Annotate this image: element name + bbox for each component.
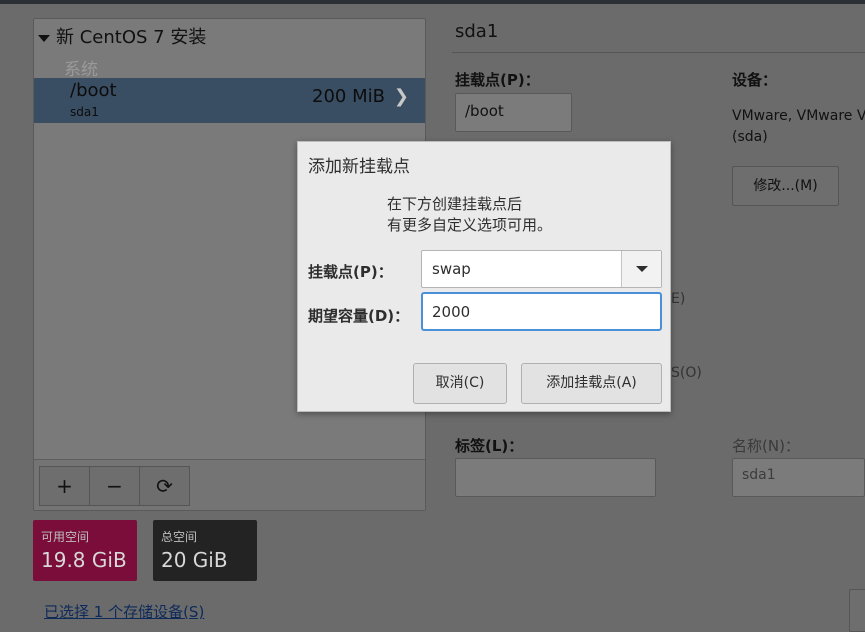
device-value-line2: (sda) <box>732 129 768 145</box>
modify-button[interactable]: 修改...(M) <box>732 166 839 206</box>
remove-mount-button[interactable]: − <box>89 466 140 506</box>
bottom-right-button[interactable] <box>849 589 865 632</box>
mount-point-field[interactable]: /boot <box>455 93 572 132</box>
install-header[interactable]: 新 CentOS 7 安装 <box>38 23 206 49</box>
group-label-system: 系统 <box>64 60 98 80</box>
mount-size: 200 MiB <box>312 86 385 107</box>
expand-arrow-icon[interactable] <box>38 34 50 42</box>
label-label: 标签(L)： <box>455 437 524 455</box>
add-mount-button[interactable]: + <box>39 466 90 506</box>
partial-text-o: S(O) <box>671 365 702 381</box>
mount-point-label: 挂载点(P)： <box>308 263 393 281</box>
refresh-button[interactable]: ⟳ <box>139 466 190 506</box>
mount-name: /boot <box>70 80 117 101</box>
available-space-value: 19.8 GiB <box>41 548 127 572</box>
total-space-label: 总空间 <box>161 530 198 544</box>
device-title: sda1 <box>455 21 499 42</box>
cancel-button[interactable]: 取消(C) <box>413 363 507 404</box>
name-label: 名称(N)： <box>732 437 800 455</box>
add-mount-point-dialog: 添加新挂载点 在下方创建挂载点后 有更多自定义选项可用。 挂载点(P)： swa… <box>297 141 671 412</box>
partial-text-e: E) <box>671 291 686 307</box>
dialog-message-line2: 有更多自定义选项可用。 <box>387 216 553 234</box>
dialog-title: 添加新挂载点 <box>308 157 410 177</box>
mount-point-combo[interactable]: swap <box>421 250 662 288</box>
mount-row-boot[interactable]: /boot sda1 200 MiB ❯ <box>34 78 425 123</box>
chevron-right-icon: ❯ <box>393 86 409 107</box>
device-value-line1: VMware, VMware V <box>732 108 865 124</box>
total-space-box: 总空间 20 GiB <box>153 520 257 581</box>
total-space-value: 20 GiB <box>161 548 228 572</box>
top-bar <box>0 0 865 4</box>
mount-point-label: 挂载点(P)： <box>455 71 540 89</box>
available-space-box: 可用空间 19.8 GiB <box>33 520 137 581</box>
dialog-message-line1: 在下方创建挂载点后 <box>387 195 523 213</box>
selected-storage-link[interactable]: 已选择 1 个存储设备(S) <box>44 601 204 622</box>
add-mount-point-button[interactable]: 添加挂载点(A) <box>521 363 662 404</box>
dropdown-button[interactable] <box>621 251 661 287</box>
mount-point-value[interactable]: swap <box>432 260 471 278</box>
divider <box>452 52 865 53</box>
mount-toolbar: + − ⟳ <box>34 459 425 510</box>
install-title: 新 CentOS 7 安装 <box>56 27 207 48</box>
available-space-label: 可用空间 <box>41 530 90 544</box>
capacity-input[interactable] <box>421 292 662 331</box>
capacity-label: 期望容量(D)： <box>308 307 410 325</box>
mount-device: sda1 <box>70 105 99 119</box>
name-field[interactable]: sda1 <box>732 458 865 497</box>
chevron-down-icon <box>636 266 648 272</box>
device-label: 设备： <box>732 71 778 89</box>
label-field[interactable] <box>455 458 656 497</box>
dialog-message: 在下方创建挂载点后 有更多自定义选项可用。 <box>387 194 552 236</box>
